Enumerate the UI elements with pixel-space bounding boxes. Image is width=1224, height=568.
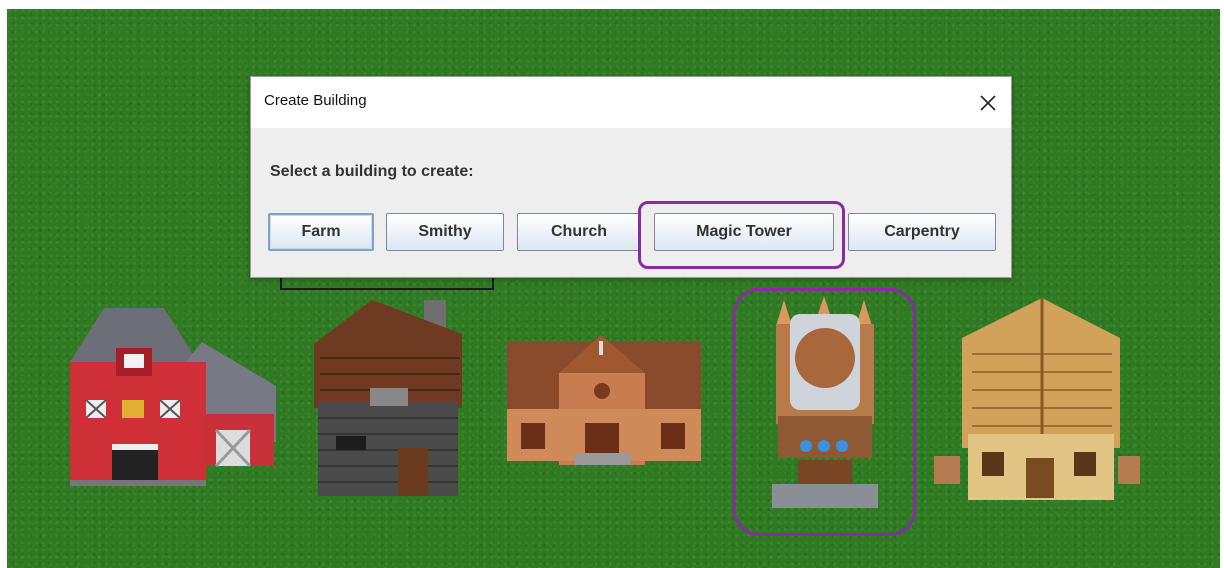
church-button-label: Church xyxy=(551,223,607,240)
farm-button-label: Farm xyxy=(301,223,341,240)
dialog-titlebar: Create Building xyxy=(251,77,1011,128)
church-icon[interactable] xyxy=(505,329,703,469)
carpentry-icon[interactable] xyxy=(932,294,1142,508)
smithy-button-label: Smithy xyxy=(418,223,472,240)
dialog-title: Create Building xyxy=(264,92,367,109)
dialog-prompt: Select a building to create: xyxy=(270,163,474,180)
magic-tower-button-label: Magic Tower xyxy=(696,223,792,240)
close-icon xyxy=(980,94,996,111)
carpentry-button[interactable]: Carpentry xyxy=(848,213,996,251)
smithy-button[interactable]: Smithy xyxy=(386,213,504,251)
barn-icon[interactable] xyxy=(66,302,278,488)
close-button[interactable] xyxy=(965,77,1011,128)
carpentry-button-label: Carpentry xyxy=(884,223,960,240)
create-building-dialog: Create Building Select a building to cre… xyxy=(250,76,1012,278)
church-button[interactable]: Church xyxy=(517,213,641,251)
magic-tower-icon[interactable] xyxy=(766,296,884,510)
farm-button[interactable]: Farm xyxy=(268,213,374,251)
magic-tower-button[interactable]: Magic Tower xyxy=(654,213,834,251)
smithy-icon[interactable] xyxy=(310,298,466,498)
